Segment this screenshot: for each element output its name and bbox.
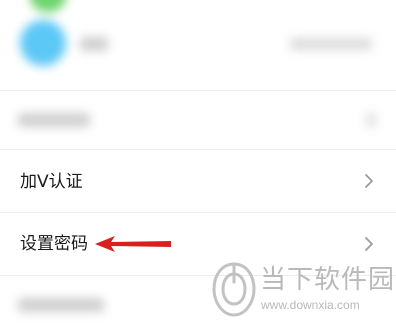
- blurred-setting-row[interactable]: [0, 91, 396, 149]
- settings-item-label: 加V认证: [20, 172, 83, 192]
- watermark-logo-icon: [212, 262, 256, 317]
- arrow-left-icon: [95, 236, 171, 252]
- top-green-icon: [30, 0, 66, 12]
- chevron-right-icon: [365, 174, 373, 188]
- watermark: 当下软件园 www.downxia.com: [212, 262, 396, 324]
- blurred-profile-section: [0, 0, 396, 90]
- chevron-right-icon: [365, 237, 373, 251]
- settings-item-verification[interactable]: 加V认证: [0, 150, 396, 212]
- avatar: [20, 20, 66, 66]
- watermark-title: 当下软件园: [260, 265, 396, 295]
- watermark-url: www.downxia.com: [261, 298, 360, 312]
- settings-item-label: 设置密码: [20, 234, 88, 254]
